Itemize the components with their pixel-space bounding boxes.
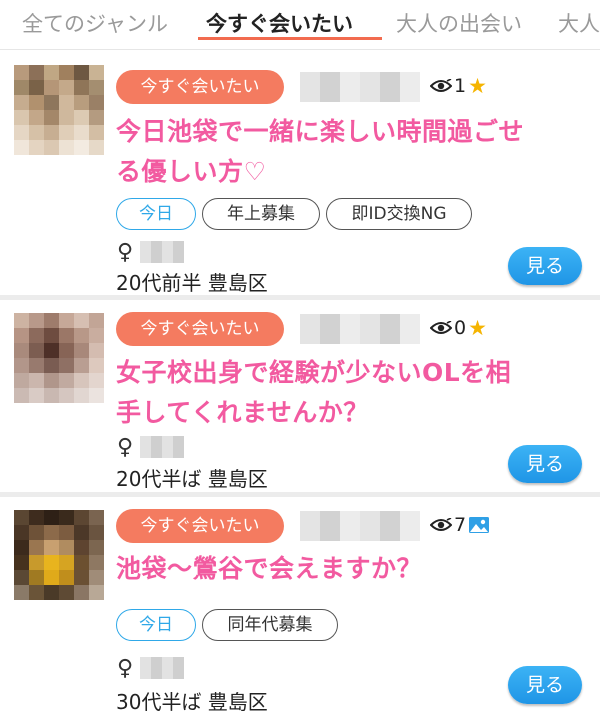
post-card[interactable]: 今すぐ会いたい 0 ★ 女子校出身で経験が少ないOLを相 手してくれませんか？ … [0, 300, 600, 492]
tag-no-instant-id: 即ID交換NG [326, 198, 472, 230]
tag-older-wanted: 年上募集 [202, 198, 320, 230]
tab-adult-meeting[interactable]: 大人の出会い [396, 8, 522, 38]
star-icon: ★ [468, 73, 487, 98]
active-tab-indicator [198, 37, 382, 40]
post-title[interactable]: 今日池袋で一緒に楽しい時間過ごせ る優しい方♡ [116, 112, 576, 192]
view-button[interactable]: 見る [508, 666, 582, 704]
genre-tabs: 全てのジャンル 今すぐ会いたい 大人の出会い 大人 [0, 0, 600, 50]
female-icon: ♀ [117, 435, 134, 460]
post-stats: 0 ★ [430, 317, 487, 339]
female-icon: ♀ [117, 240, 134, 265]
tag-same-age-wanted: 同年代募集 [202, 609, 338, 641]
tab-adult-more[interactable]: 大人 [558, 8, 600, 38]
post-card[interactable]: 今すぐ会いたい 1 ★ 今日池袋で一緒に楽しい時間過ごせ る優しい方♡ 今日 年… [0, 55, 600, 295]
tab-meet-now[interactable]: 今すぐ会いたい [206, 8, 353, 38]
age-area: 30代半ば 豊島区 [116, 690, 268, 714]
post-stats: 7 [430, 514, 490, 536]
tag-today: 今日 [116, 198, 196, 230]
tab-all-genres[interactable]: 全てのジャンル [22, 8, 168, 38]
post-stats: 1 ★ [430, 75, 487, 97]
category-badge: 今すぐ会いたい [116, 312, 284, 346]
avatar[interactable] [14, 65, 104, 155]
post-card[interactable]: 今すぐ会いたい 7 池袋～鶯谷で会えますか？ 今日 同年代募集 ♀ 30代半ば … [0, 497, 600, 725]
view-button[interactable]: 見る [508, 445, 582, 483]
eye-icon [430, 79, 452, 93]
blurred-username [300, 314, 420, 344]
blurred-detail [140, 241, 184, 263]
blurred-detail [140, 657, 184, 679]
tag-today: 今日 [116, 609, 196, 641]
avatar[interactable] [14, 510, 104, 600]
post-title[interactable]: 女子校出身で経験が少ないOLを相 手してくれませんか？ [116, 353, 576, 433]
blurred-detail [140, 436, 184, 458]
view-count: 0 [454, 317, 467, 339]
blurred-username [300, 72, 420, 102]
star-icon: ★ [468, 315, 487, 340]
view-count: 7 [454, 514, 467, 536]
view-button[interactable]: 見る [508, 247, 582, 285]
category-badge: 今すぐ会いたい [116, 509, 284, 543]
eye-icon [430, 321, 452, 335]
image-icon [468, 516, 490, 534]
blurred-username [300, 511, 420, 541]
post-title[interactable]: 池袋～鶯谷で会えますか？ [116, 549, 576, 589]
age-area: 20代前半 豊島区 [116, 271, 268, 295]
eye-icon [430, 518, 452, 532]
category-badge: 今すぐ会いたい [116, 70, 284, 104]
view-count: 1 [454, 75, 467, 97]
age-area: 20代半ば 豊島区 [116, 467, 268, 491]
avatar[interactable] [14, 313, 104, 403]
female-icon: ♀ [117, 656, 134, 681]
